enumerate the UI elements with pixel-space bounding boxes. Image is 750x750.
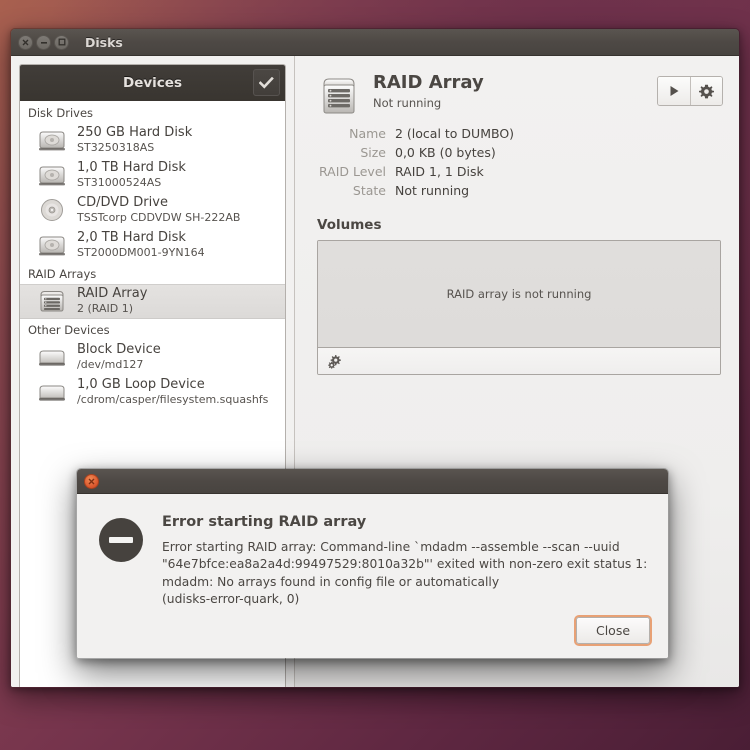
array-info-row: Name 2 (local to DUMBO) <box>317 124 723 143</box>
raid-array-icon <box>36 287 68 315</box>
device-group-label: Other Devices <box>20 319 285 340</box>
volumes-box: RAID array is not running <box>317 240 721 375</box>
device-item-text: Block Device/dev/md127 <box>77 342 161 372</box>
window-minimize-button[interactable] <box>36 34 51 50</box>
window-title: Disks <box>85 34 123 50</box>
device-item-name: 1,0 GB Loop Device <box>77 377 205 392</box>
device-item-text: 1,0 GB Loop Device/cdrom/casper/filesyst… <box>77 377 268 407</box>
device-item-text: 1,0 TB Hard Disk ST31000524AS <box>77 160 186 190</box>
device-item-subtitle: 2 (RAID 1) <box>77 302 134 316</box>
dialog-close-button[interactable] <box>84 473 99 489</box>
device-list-item[interactable]: 1,0 TB Hard Disk ST31000524AS <box>20 158 285 193</box>
device-item-text: 2,0 TB Hard Disk ST2000DM001-9YN164 <box>77 230 205 260</box>
hard-disk-icon <box>36 161 68 189</box>
device-list-item[interactable]: 250 GB Hard Disk ST3250318AS <box>20 123 285 158</box>
device-list-item[interactable]: Block Device/dev/md127 <box>20 340 285 375</box>
detail-subtitle: Not running <box>373 95 442 110</box>
device-item-subtitle: /cdrom/casper/filesystem.squashfs <box>77 393 269 407</box>
volumes-grid[interactable]: RAID array is not running <box>318 241 720 348</box>
device-item-subtitle: ST3250318AS <box>77 141 155 155</box>
dialog-heading: Error starting RAID array <box>162 514 367 530</box>
block-device-icon <box>36 378 68 406</box>
array-options-button[interactable] <box>690 77 722 105</box>
device-item-name: 2,0 TB Hard Disk <box>77 230 186 245</box>
page-title: RAID Array <box>373 72 484 93</box>
dialog-titlebar[interactable] <box>77 469 668 494</box>
hard-disk-icon <box>36 126 68 154</box>
device-item-subtitle: TSSTcorp CDDVDW SH-222AB <box>77 211 241 225</box>
error-minus-icon <box>97 516 145 564</box>
array-info-key: State <box>352 183 386 198</box>
devices-header-title: Devices <box>123 75 182 91</box>
device-item-name: 250 GB Hard Disk <box>77 125 193 140</box>
device-item-name: 1,0 TB Hard Disk <box>77 160 186 175</box>
array-info-key: Name <box>349 126 386 141</box>
dialog-message: Error starting RAID array: Command-line … <box>162 540 648 607</box>
window-titlebar[interactable]: Disks <box>11 29 739 56</box>
dialog-body: Error starting RAID array Error starting… <box>77 494 668 617</box>
device-list-item[interactable]: RAID Array 2 (RAID 1) <box>20 284 285 319</box>
device-item-subtitle: /dev/md127 <box>77 358 144 372</box>
play-icon <box>669 85 680 97</box>
gears-icon[interactable] <box>327 354 344 369</box>
raid-array-icon <box>317 74 361 118</box>
error-dialog: Error starting RAID array Error starting… <box>76 468 669 659</box>
array-info-value: RAID 1, 1 Disk <box>395 164 484 179</box>
volumes-empty-message: RAID array is not running <box>446 287 592 301</box>
array-info-value: 0,0 KB (0 bytes) <box>395 145 496 160</box>
device-item-name: CD/DVD Drive <box>77 195 168 210</box>
array-info-row: Size 0,0 KB (0 bytes) <box>317 143 723 162</box>
device-list-item[interactable]: CD/DVD Drive TSSTcorp CDDVDW SH-222AB <box>20 193 285 228</box>
array-info-value: 2 (local to DUMBO) <box>395 126 515 141</box>
device-item-text: RAID Array 2 (RAID 1) <box>77 286 147 316</box>
close-icon <box>88 478 95 484</box>
device-item-name: RAID Array <box>77 286 148 301</box>
array-info-row: RAID Level RAID 1, 1 Disk <box>317 162 723 181</box>
array-info-body: Name 2 (local to DUMBO) Size 0,0 KB (0 byte… <box>317 124 723 200</box>
array-info-value: Not running <box>395 183 470 198</box>
window-maximize-button[interactable] <box>54 34 69 50</box>
volumes-heading: Volumes <box>317 217 382 233</box>
array-info-key: Size <box>360 145 386 160</box>
devices-header: Devices <box>20 65 285 101</box>
block-device-icon <box>36 343 68 371</box>
checkmark-icon <box>259 76 274 89</box>
device-group-label: RAID Arrays <box>20 263 285 284</box>
devices-confirm-button[interactable] <box>253 69 280 96</box>
array-info-row: State Not running <box>317 181 723 200</box>
device-list-item[interactable]: 2,0 TB Hard Disk ST2000DM001-9YN164 <box>20 228 285 263</box>
device-item-name: Block Device <box>77 342 161 357</box>
gear-icon <box>699 84 714 99</box>
optical-disc-icon <box>36 196 68 224</box>
device-list-item[interactable]: 1,0 GB Loop Device/cdrom/casper/filesyst… <box>20 375 285 410</box>
dialog-text: Error starting RAID array Error starting… <box>162 514 650 617</box>
hard-disk-icon <box>36 231 68 259</box>
array-info-table: Name 2 (local to DUMBO) Size 0,0 KB (0 byte… <box>317 124 723 200</box>
array-info-key: RAID Level <box>318 164 386 179</box>
volumes-toolbar <box>318 348 720 374</box>
start-array-button[interactable] <box>658 77 690 105</box>
detail-titles: RAID Array Not running <box>373 72 645 110</box>
detail-toolbar <box>657 76 723 106</box>
device-item-subtitle: ST2000DM001-9YN164 <box>77 246 205 260</box>
device-item-text: 250 GB Hard Disk ST3250318AS <box>77 125 192 155</box>
close-button[interactable]: Close <box>576 617 650 644</box>
device-item-text: CD/DVD Drive TSSTcorp CDDVDW SH-222AB <box>77 195 240 225</box>
window-close-button[interactable] <box>18 34 33 50</box>
dialog-actions: Close <box>77 617 668 658</box>
device-group-label: Disk Drives <box>20 102 285 123</box>
detail-header: RAID Array Not running <box>317 72 723 118</box>
device-item-subtitle: ST31000524AS <box>77 176 162 190</box>
